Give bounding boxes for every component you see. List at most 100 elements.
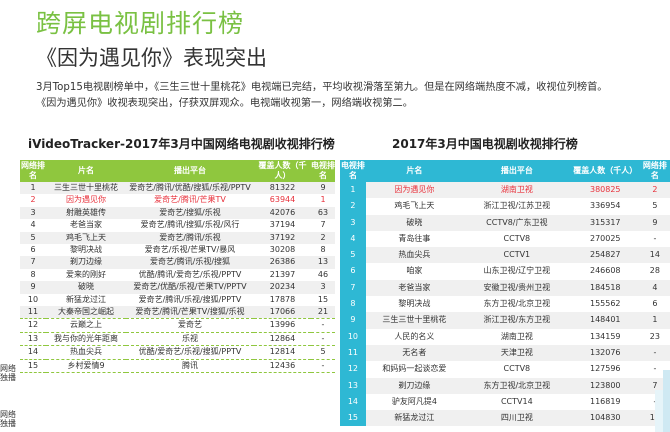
tv-rank-cell: 12	[340, 361, 366, 378]
tv-rank-cell: 3	[340, 214, 366, 231]
table-row: 3 破晓 CCTV8/广东卫视 315317 9	[340, 214, 670, 231]
platform-cell: 优酷/爱奇艺/乐视/搜狐/PPTV	[126, 345, 254, 360]
table-row: 7 老爸当家 安徽卫视/贵州卫视 184518 4	[340, 279, 670, 297]
table-row: 9 三生三世十里桃花 浙江卫视/东方卫视 148401 1	[340, 312, 670, 329]
table-row: 8 爱来的刚好 优酷/腾讯/爱奇艺/乐视/PPTV 21397 46	[20, 268, 335, 282]
reach-cell: 12864	[254, 331, 311, 347]
reach-cell: 17066	[254, 306, 311, 319]
reach-cell: 63944	[254, 194, 311, 207]
description-line-2: 《因为遇见你》收视表现突出，仔获双屏观众。电视端收视第一，网络端收视第二。	[36, 98, 413, 109]
title-cell: 鸡毛飞上天	[46, 231, 126, 245]
table-row: 15新猛龙过江四川卫视10483010	[340, 410, 670, 427]
net-rank-cell: 15	[20, 358, 46, 374]
title-cell: 新猛龙过江	[46, 293, 126, 307]
net-rank-cell: 1	[639, 312, 670, 329]
reach-cell: 81322	[254, 182, 311, 195]
reach-cell: 13996	[254, 318, 311, 333]
table-row: 12 云巅之上 爱奇艺 13996-	[20, 318, 335, 333]
title-cell: 破晓	[46, 281, 126, 294]
platform-cell: 湖南卫视	[462, 182, 571, 199]
title-cell: 三生三世十里桃花	[365, 312, 463, 329]
page-title: 跨屏电视剧排行榜	[36, 9, 245, 38]
title-cell: 驴友阿凡提4	[365, 393, 463, 411]
net-rank-cell: 5	[639, 198, 670, 215]
net-rank-cell: 9	[639, 214, 670, 231]
reach-cell: 315317	[570, 214, 640, 231]
tv-rank-cell: 3	[311, 281, 335, 294]
platform-cell: 爱奇艺/腾讯/乐视/搜狐/PPTV	[126, 293, 254, 307]
description-line-1: 3月Top15电视剧榜单中，《三生三世十里桃花》电视端已完结，平均收视滑落至第九…	[36, 82, 608, 93]
reach-cell: 12436	[254, 358, 311, 374]
reach-cell: 17878	[254, 293, 311, 307]
platform-cell: 爱奇艺/搜狐/乐视	[126, 206, 254, 220]
platform-cell: 湖南卫视	[462, 328, 571, 345]
exclusive-label-1: 网络独播	[0, 364, 16, 382]
tv-rank-cell: -	[311, 358, 335, 374]
platform-cell: CCTV1	[462, 247, 571, 264]
table-row: 8 黎明决战 东方卫视/北京卫视 155562 6	[340, 296, 670, 313]
reach-cell: 116819	[570, 393, 640, 411]
tv-rank-cell: 8	[311, 244, 335, 257]
title-cell: 破晓	[365, 214, 463, 231]
header-net-rank: 网络排名	[639, 160, 670, 182]
tv-rank-cell: 5	[311, 345, 335, 360]
platform-cell: 东方卫视/北京卫视	[462, 377, 571, 394]
table-row: 7 剃刀边缘 爱奇艺/腾讯/乐视/搜狐 26386 13	[20, 256, 335, 269]
header-platform: 播出平台	[126, 160, 254, 182]
net-rank-cell: -	[639, 230, 670, 248]
title-cell: 青岛往事	[365, 230, 463, 248]
platform-cell: 优酷/腾讯/爱奇艺/乐视/PPTV	[126, 268, 254, 282]
net-rank-cell: 10	[20, 293, 46, 307]
title-cell: 老爸当家	[46, 219, 126, 232]
net-rank-cell: 6	[20, 244, 46, 257]
reach-cell: 21397	[254, 268, 311, 282]
net-rank-cell: 28	[639, 263, 670, 280]
title-cell: 大秦帝国之崛起	[46, 306, 126, 319]
title-cell: 黎明决战	[365, 296, 463, 313]
title-cell: 人民的名义	[365, 328, 463, 345]
tv-ranking-table: 电视排名 片名 播出平台 覆盖人数（千人） 网络排名 1 因为遇见你 湖南卫视 380…	[340, 160, 670, 427]
table-row: 6 黎明决战 爱奇艺/乐视/芒果TV/暴风 30208 8	[20, 244, 335, 257]
net-rank-cell: 12	[20, 318, 46, 333]
net-rank-cell: 13	[20, 331, 46, 347]
table-row: 1 因为遇见你 湖南卫视 380825 2	[340, 182, 670, 199]
header-reach: 覆盖人数（千人）	[254, 160, 311, 182]
platform-cell: CCTV14	[462, 393, 571, 411]
table-row: 1 三生三世十里桃花 爱奇艺/腾讯/优酷/搜狐/乐视/PPTV 81322 9	[20, 182, 335, 195]
platform-cell: 腾讯	[126, 358, 254, 374]
net-rank-cell: 14	[20, 345, 46, 360]
net-rank-cell: 4	[639, 279, 670, 297]
platform-cell: 天津卫视	[462, 344, 571, 362]
title-cell: 乡村爱情9	[46, 358, 126, 374]
platform-cell: 浙江卫视/江苏卫视	[462, 198, 571, 215]
table-row: 9 破晓 爱奇艺/优酷/乐视/芒果TV/PPTV 20234 3	[20, 281, 335, 294]
reach-cell: 37194	[254, 219, 311, 232]
tv-rank-cell: 5	[340, 247, 366, 264]
header-title: 片名	[46, 160, 126, 182]
tv-rank-cell: 11	[340, 344, 366, 362]
title-cell: 因为遇见你	[46, 194, 126, 207]
platform-cell: 爱奇艺/乐视/芒果TV/暴风	[126, 244, 254, 257]
table-row: 4 老爸当家 爱奇艺/腾讯/搜狐/乐视/风行 37194 7	[20, 219, 335, 232]
platform-cell: 爱奇艺/腾讯/芒果TV	[126, 194, 254, 207]
net-rank-cell: 6	[639, 296, 670, 313]
net-rank-cell: 2	[639, 182, 670, 199]
reach-cell: 254827	[570, 247, 640, 264]
tv-rank-cell: 6	[340, 263, 366, 280]
decorative-bar-2	[655, 390, 663, 432]
title-cell: 热血尖兵	[46, 345, 126, 360]
title-cell: 爱来的刚好	[46, 268, 126, 282]
tv-rank-cell: 2	[311, 231, 335, 245]
title-cell: 和妈妈一起谈恋爱	[365, 361, 463, 378]
tv-rank-cell: 4	[340, 230, 366, 248]
net-rank-cell: -	[639, 344, 670, 362]
platform-cell: 爱奇艺	[126, 318, 254, 333]
title-cell: 剃刀边缘	[365, 377, 463, 394]
net-rank-cell: 1	[20, 182, 46, 195]
net-rank-cell: 4	[20, 219, 46, 232]
reach-cell: 380825	[570, 182, 640, 199]
tv-rank-cell: 46	[311, 268, 335, 282]
tv-rank-cell: 14	[340, 393, 366, 411]
table-row: 4 青岛往事 CCTV8 270025-	[340, 230, 670, 248]
tv-rank-cell: 2	[340, 198, 366, 215]
